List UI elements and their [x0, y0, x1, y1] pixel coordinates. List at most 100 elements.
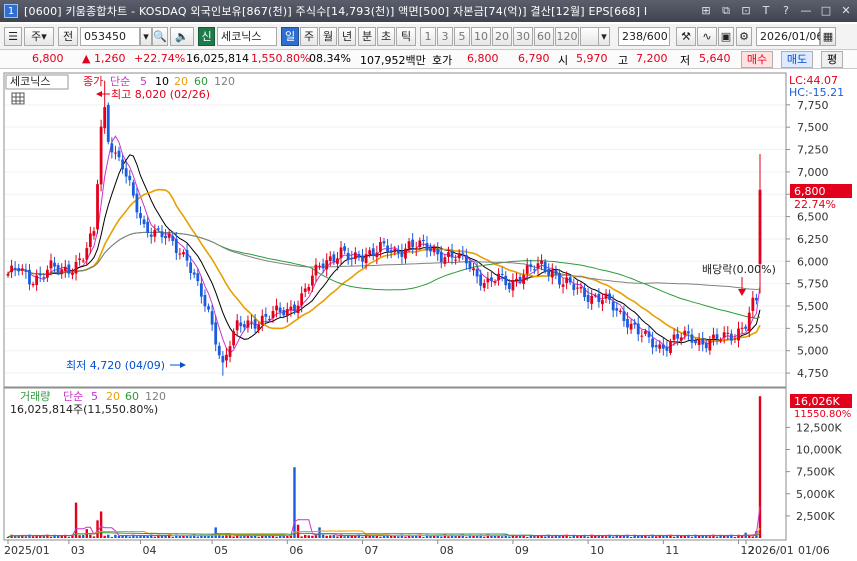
volume-bar	[103, 535, 106, 538]
candle-body	[690, 334, 694, 343]
candle-body	[490, 277, 493, 281]
candle-body	[275, 305, 278, 311]
tab-year[interactable]: 년	[338, 27, 356, 46]
sell-button[interactable]: 매도	[781, 51, 813, 68]
close-icon[interactable]: ✕	[839, 3, 853, 18]
candle-body	[157, 228, 160, 230]
minute-20[interactable]: 20	[492, 27, 512, 46]
date-field[interactable]: 2026/01/06	[756, 27, 823, 46]
legend-vol-ma60: 60	[125, 390, 139, 403]
settings-gear-icon[interactable]: ⚙	[736, 27, 752, 46]
bar-count-field[interactable]: 238/600	[618, 27, 670, 46]
candle-body	[225, 354, 228, 361]
candle-body	[271, 310, 275, 318]
volume-bar	[500, 536, 504, 538]
price-panel[interactable]	[3, 72, 787, 388]
dividend-annotation: 배당락(0.00%)	[702, 263, 776, 276]
minute-5[interactable]: 5	[454, 27, 470, 46]
price-tick-label: 6,500	[797, 211, 829, 224]
buy-button[interactable]: 매수	[741, 51, 773, 68]
candle-body	[171, 236, 175, 242]
candle-body	[131, 182, 135, 196]
minute-3[interactable]: 3	[437, 27, 453, 46]
lock-icon[interactable]: ⊡	[739, 3, 753, 18]
volume-bar	[293, 467, 296, 538]
price-tick-label: 5,000	[797, 345, 829, 358]
calendar-icon[interactable]: ▦	[820, 27, 836, 46]
candle-body	[361, 255, 364, 262]
candle-body	[450, 250, 454, 258]
minimize-icon[interactable]: —	[799, 3, 813, 18]
candle-body	[353, 252, 357, 259]
tab-second[interactable]: 초	[377, 27, 395, 46]
candle-body	[13, 267, 17, 270]
code-dropdown-icon[interactable]: ▾	[140, 27, 152, 46]
chart-svg[interactable]: 세코닉스 종가 단순 5 10 20 60 120 LC:44.07 HC:-1…	[0, 70, 857, 558]
volume-bar	[404, 536, 407, 538]
volume-bar	[543, 536, 547, 538]
tab-month[interactable]: 월	[319, 27, 337, 46]
candle-body	[554, 270, 558, 275]
candle-body	[139, 213, 142, 219]
minute-60[interactable]: 60	[534, 27, 554, 46]
x-tick-label: 08	[440, 544, 454, 557]
maximize-icon[interactable]: □	[819, 3, 833, 18]
candle-body	[314, 264, 318, 276]
tab-day[interactable]: 일	[281, 27, 299, 46]
candle-body	[382, 241, 386, 244]
link-icon[interactable]: ⊞	[699, 3, 713, 18]
sound-icon[interactable]: 🔈	[170, 27, 194, 46]
grid-toggle-icon[interactable]	[11, 92, 25, 105]
minute-dropdown-icon[interactable]: ▾	[598, 27, 610, 46]
indicator-icon[interactable]: ∿	[697, 27, 717, 46]
candle-body	[468, 261, 472, 270]
stock-code-input[interactable]: 053450	[80, 27, 140, 46]
candle-body	[207, 306, 210, 310]
drawing-tools-icon[interactable]: ⚒	[676, 27, 696, 46]
volume-bar	[569, 536, 572, 538]
candle-body	[339, 247, 343, 258]
candle-body	[758, 189, 762, 264]
candle-body	[500, 273, 504, 275]
period-select[interactable]: 주▾	[24, 27, 54, 46]
price-tick-label: 5,500	[797, 300, 829, 313]
restore-icon[interactable]: ⧉	[719, 3, 733, 18]
help-icon[interactable]: ?	[779, 3, 793, 18]
candle-body	[325, 260, 329, 270]
minute-1[interactable]: 1	[420, 27, 436, 46]
minute-10[interactable]: 10	[471, 27, 491, 46]
list-icon[interactable]: ☰	[4, 27, 22, 46]
eval-button[interactable]: 평	[821, 51, 843, 68]
volume-bar	[758, 396, 762, 538]
candle-body	[124, 168, 128, 177]
candle-body	[683, 330, 687, 336]
candle-body	[601, 300, 604, 305]
candle-body	[447, 252, 450, 257]
tab-tick[interactable]: 틱	[396, 27, 416, 46]
candle-body	[583, 287, 586, 298]
quote-bar: 6,800 ▲ 1,260 +22.74% 16,025,814 1,550.8…	[0, 50, 857, 69]
save-icon[interactable]: ▣	[718, 27, 734, 46]
volume-bar	[440, 536, 443, 538]
trade-amount: 107,952백만	[360, 54, 426, 67]
tab-minute[interactable]: 분	[358, 27, 376, 46]
candle-body	[74, 261, 78, 274]
text-icon[interactable]: T	[759, 3, 773, 18]
volume-bar	[361, 536, 364, 538]
volume-bar	[518, 535, 522, 538]
high-annotation-group: 최고 8,020 (02/26)	[96, 88, 210, 101]
search-icon[interactable]: 🔍	[152, 27, 168, 46]
candle-body	[81, 260, 85, 262]
candle-body	[486, 278, 490, 283]
candle-body	[590, 295, 594, 304]
market-select[interactable]: 전	[58, 27, 78, 46]
new-badge: 신	[198, 27, 215, 46]
candle-body	[328, 256, 332, 261]
candle-body	[515, 278, 518, 281]
chart-area[interactable]: 세코닉스 종가 단순 5 10 20 60 120 LC:44.07 HC:-1…	[0, 70, 857, 558]
candle-body	[507, 282, 511, 289]
tab-week[interactable]: 주	[300, 27, 318, 46]
candle-body	[479, 274, 483, 286]
minute-120[interactable]: 120	[555, 27, 579, 46]
minute-30[interactable]: 30	[513, 27, 533, 46]
